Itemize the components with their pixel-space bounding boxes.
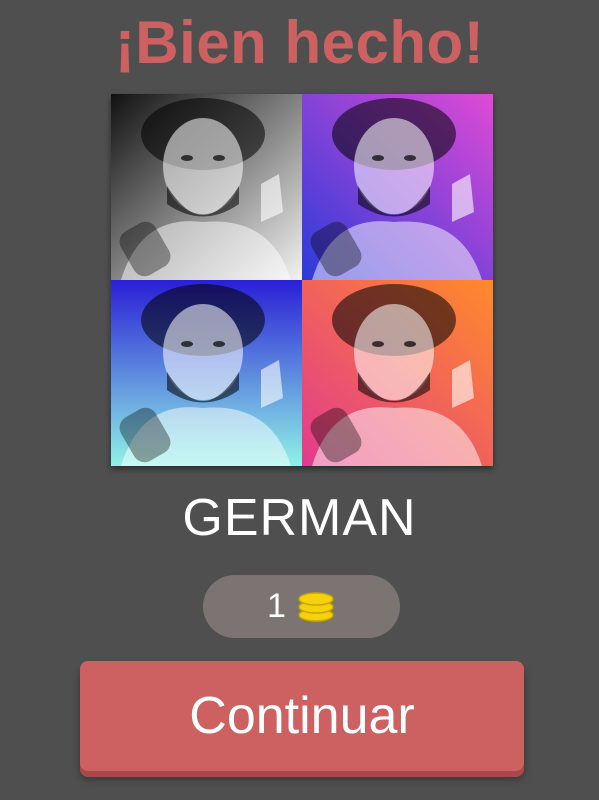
coin-reward-badge: 1 bbox=[203, 575, 400, 638]
coin-count: 1 bbox=[267, 587, 286, 625]
panel-orange-pink bbox=[302, 280, 493, 466]
continue-button[interactable]: Continuar bbox=[80, 661, 524, 771]
panel-blue-purple bbox=[302, 94, 493, 281]
answer-word: GERMAN bbox=[182, 489, 417, 547]
puzzle-image bbox=[111, 94, 493, 466]
panel-indigo-cyan bbox=[111, 280, 302, 466]
panel-grayscale bbox=[111, 94, 302, 281]
page-title: ¡Bien hecho! bbox=[114, 9, 485, 76]
coins-icon bbox=[298, 591, 334, 622]
continue-button-label: Continuar bbox=[189, 687, 415, 745]
